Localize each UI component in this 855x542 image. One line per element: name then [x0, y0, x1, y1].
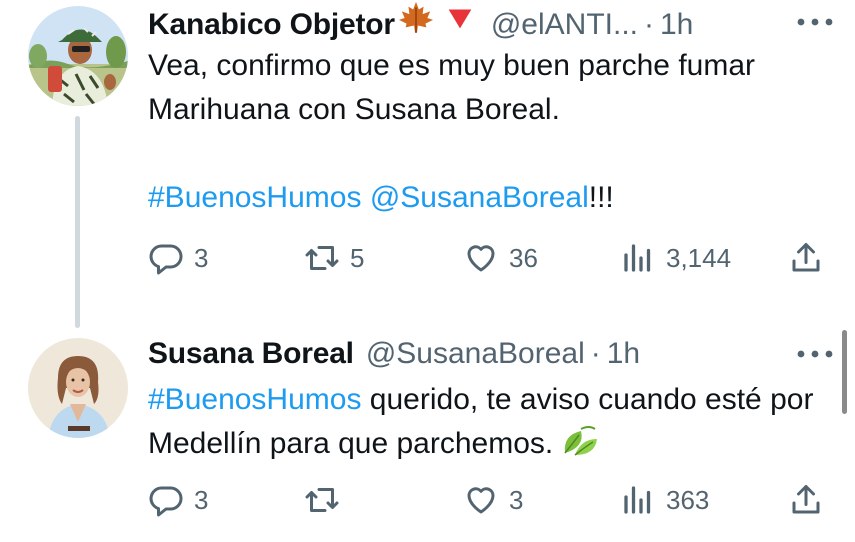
- heart-icon: [463, 240, 499, 276]
- scrollbar[interactable]: [842, 330, 847, 414]
- tweet-text-tags: #BuenosHumos @SusanaBoreal!!!: [148, 176, 828, 220]
- avatar[interactable]: [28, 6, 128, 106]
- tweet-text-line: Vea, confirmo que es muy buen parche fum…: [148, 49, 756, 126]
- share-button[interactable]: [788, 238, 824, 278]
- retweet-button[interactable]: [304, 480, 350, 520]
- name-badges: [397, 0, 479, 34]
- retweet-button[interactable]: 5: [304, 238, 364, 278]
- separator-dot: ·: [644, 8, 654, 41]
- text-suffix: !!!: [588, 181, 614, 214]
- share-button[interactable]: [788, 480, 824, 520]
- views-count: 363: [666, 484, 710, 515]
- like-button[interactable]: 36: [463, 238, 538, 278]
- heart-icon: [463, 482, 499, 518]
- more-options-icon[interactable]: [793, 344, 837, 364]
- analytics-icon: [620, 240, 656, 276]
- reply-count: 3: [194, 242, 209, 273]
- analytics-icon: [620, 482, 656, 518]
- like-count: 36: [509, 242, 538, 273]
- author-name[interactable]: Susana Boreal: [148, 334, 354, 374]
- timestamp[interactable]: 1h: [660, 5, 693, 45]
- tweet-header: Susana Boreal @SusanaBoreal · 1h: [148, 334, 640, 374]
- hashtag-link[interactable]: #BuenosHumos: [148, 181, 361, 214]
- reply-button[interactable]: 3: [148, 238, 208, 278]
- tweet-text: #BuenosHumos querido, te aviso cuando es…: [148, 378, 828, 466]
- leaves-emoji-icon: [559, 423, 599, 459]
- author-name[interactable]: Kanabico Objetor: [148, 5, 395, 45]
- red-triangle-icon: [441, 0, 479, 34]
- tweet-header: Kanabico Objetor @elANTI... · 1h: [148, 0, 693, 45]
- author-handle[interactable]: @elANTI...: [491, 5, 638, 45]
- action-bar: 3 3 363: [148, 480, 838, 520]
- reply-icon: [148, 240, 184, 276]
- action-bar: 3 5 36 3,144: [148, 238, 838, 278]
- tweet[interactable]: Susana Boreal @SusanaBoreal · 1h #Buenos…: [0, 320, 855, 542]
- separator-dot: ·: [590, 337, 601, 370]
- share-icon: [788, 482, 824, 518]
- retweet-icon: [304, 240, 340, 276]
- views-count: 3,144: [666, 242, 732, 273]
- tweet-text: Vea, confirmo que es muy buen parche fum…: [148, 44, 828, 220]
- more-options-icon[interactable]: [793, 12, 837, 32]
- views-button[interactable]: 363: [620, 480, 709, 520]
- retweet-count: 5: [350, 242, 365, 273]
- avatar[interactable]: [28, 338, 128, 438]
- reply-button[interactable]: 3: [148, 480, 208, 520]
- like-count: 3: [509, 484, 524, 515]
- hashtag-link[interactable]: #BuenosHumos: [148, 383, 361, 416]
- mention-link[interactable]: @SusanaBoreal: [370, 181, 589, 214]
- maple-leaf-icon: [397, 0, 435, 34]
- author-handle[interactable]: @SusanaBoreal: [366, 334, 585, 374]
- reply-count: 3: [194, 484, 209, 515]
- like-button[interactable]: 3: [463, 480, 523, 520]
- views-button[interactable]: 3,144: [620, 238, 731, 278]
- thread-line: [75, 116, 80, 328]
- reply-icon: [148, 482, 184, 518]
- share-icon: [788, 240, 824, 276]
- tweet[interactable]: Kanabico Objetor @elANTI... · 1h Vea, co…: [0, 0, 855, 328]
- retweet-icon: [304, 482, 340, 518]
- timestamp[interactable]: 1h: [607, 334, 640, 374]
